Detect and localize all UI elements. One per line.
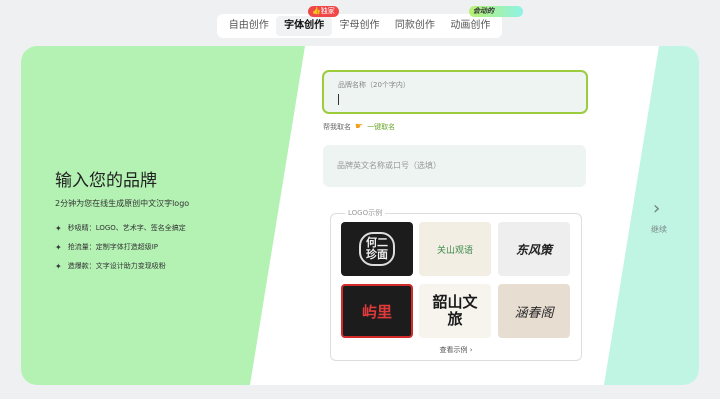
feature-text: 造爆款：文字设计助力变现吸粉: [67, 262, 166, 270]
logo-example[interactable]: 韶山文旅: [419, 284, 491, 338]
auto-name-link[interactable]: 一键取名: [367, 122, 395, 132]
sparkle-icon: ✦: [55, 223, 62, 233]
tab-font[interactable]: 字体创作: [276, 16, 332, 36]
logo-example[interactable]: 东风策: [498, 222, 570, 276]
logo-example[interactable]: 何二珍面: [341, 222, 413, 276]
gallery-title: LOGO示例: [345, 208, 386, 218]
feature-item: ✦ 秒吸睛：LOGO、艺术字、签名全搞定: [55, 223, 186, 233]
logo-example-text: 何二珍面: [359, 232, 395, 266]
feature-text: 秒吸睛：LOGO、艺术字、签名全搞定: [67, 224, 186, 232]
feature-text: 抢流量：定制字体打造超级IP: [67, 243, 158, 251]
pointing-hand-icon: ☛: [355, 122, 364, 132]
text-caret: [338, 94, 339, 105]
main-card: 输入您的品牌 2分钟为您在线生成原创中文汉字logo ✦ 秒吸睛：LOGO、艺术…: [21, 46, 699, 385]
logo-examples: LOGO示例 何二珍面 关山观语 东风策 屿里 韶山文旅 涵春阁 查看示例 ›: [330, 208, 582, 361]
brand-name-placeholder: 品牌名称（20个字内）: [338, 81, 410, 89]
logo-example-text: 关山观语: [436, 245, 473, 256]
continue-button[interactable]: 继续: [651, 224, 667, 235]
logo-example[interactable]: 屿里: [341, 284, 413, 338]
logo-example-text: 涵春阁: [514, 305, 554, 321]
logo-example-text: 东风策: [515, 242, 552, 257]
tab-animation[interactable]: 动画创作: [443, 16, 498, 36]
chevron-right-icon[interactable]: ›: [653, 198, 660, 219]
intro-subtitle: 2分钟为您在线生成原创中文汉字logo: [55, 199, 190, 208]
logo-example-text: 韶山文旅: [432, 293, 478, 328]
view-examples-link[interactable]: 查看示例 ›: [331, 345, 581, 355]
mode-tabs: 自由创作 字体创作 字母创作 同款创作 动画创作: [217, 14, 502, 38]
helper-text: 帮我取名: [323, 123, 351, 131]
intro-heading: 输入您的品牌: [55, 171, 157, 191]
tab-free[interactable]: 自由创作: [221, 16, 276, 36]
logo-example[interactable]: 关山观语: [419, 222, 491, 276]
sparkle-icon: ✦: [55, 242, 62, 252]
english-name-placeholder: 品牌英文名称或口号（选填）: [337, 161, 441, 170]
sparkle-icon: ✦: [55, 261, 62, 271]
english-name-input[interactable]: 品牌英文名称或口号（选填）: [323, 145, 586, 187]
logo-example[interactable]: 涵春阁: [498, 284, 570, 338]
animated-badge: 会动的: [469, 6, 523, 17]
tab-same-style[interactable]: 同款创作: [387, 16, 442, 36]
exclusive-badge: 👍独家: [308, 6, 339, 17]
tab-letter[interactable]: 字母创作: [332, 16, 387, 36]
feature-item: ✦ 抢流量：定制字体打造超级IP: [55, 242, 158, 252]
feature-item: ✦ 造爆款：文字设计助力变现吸粉: [55, 261, 166, 271]
logo-example-text: 屿里: [361, 302, 392, 321]
name-helper: 帮我取名 ☛ 一键取名: [323, 122, 395, 132]
brand-name-input[interactable]: 品牌名称（20个字内）: [322, 70, 588, 114]
